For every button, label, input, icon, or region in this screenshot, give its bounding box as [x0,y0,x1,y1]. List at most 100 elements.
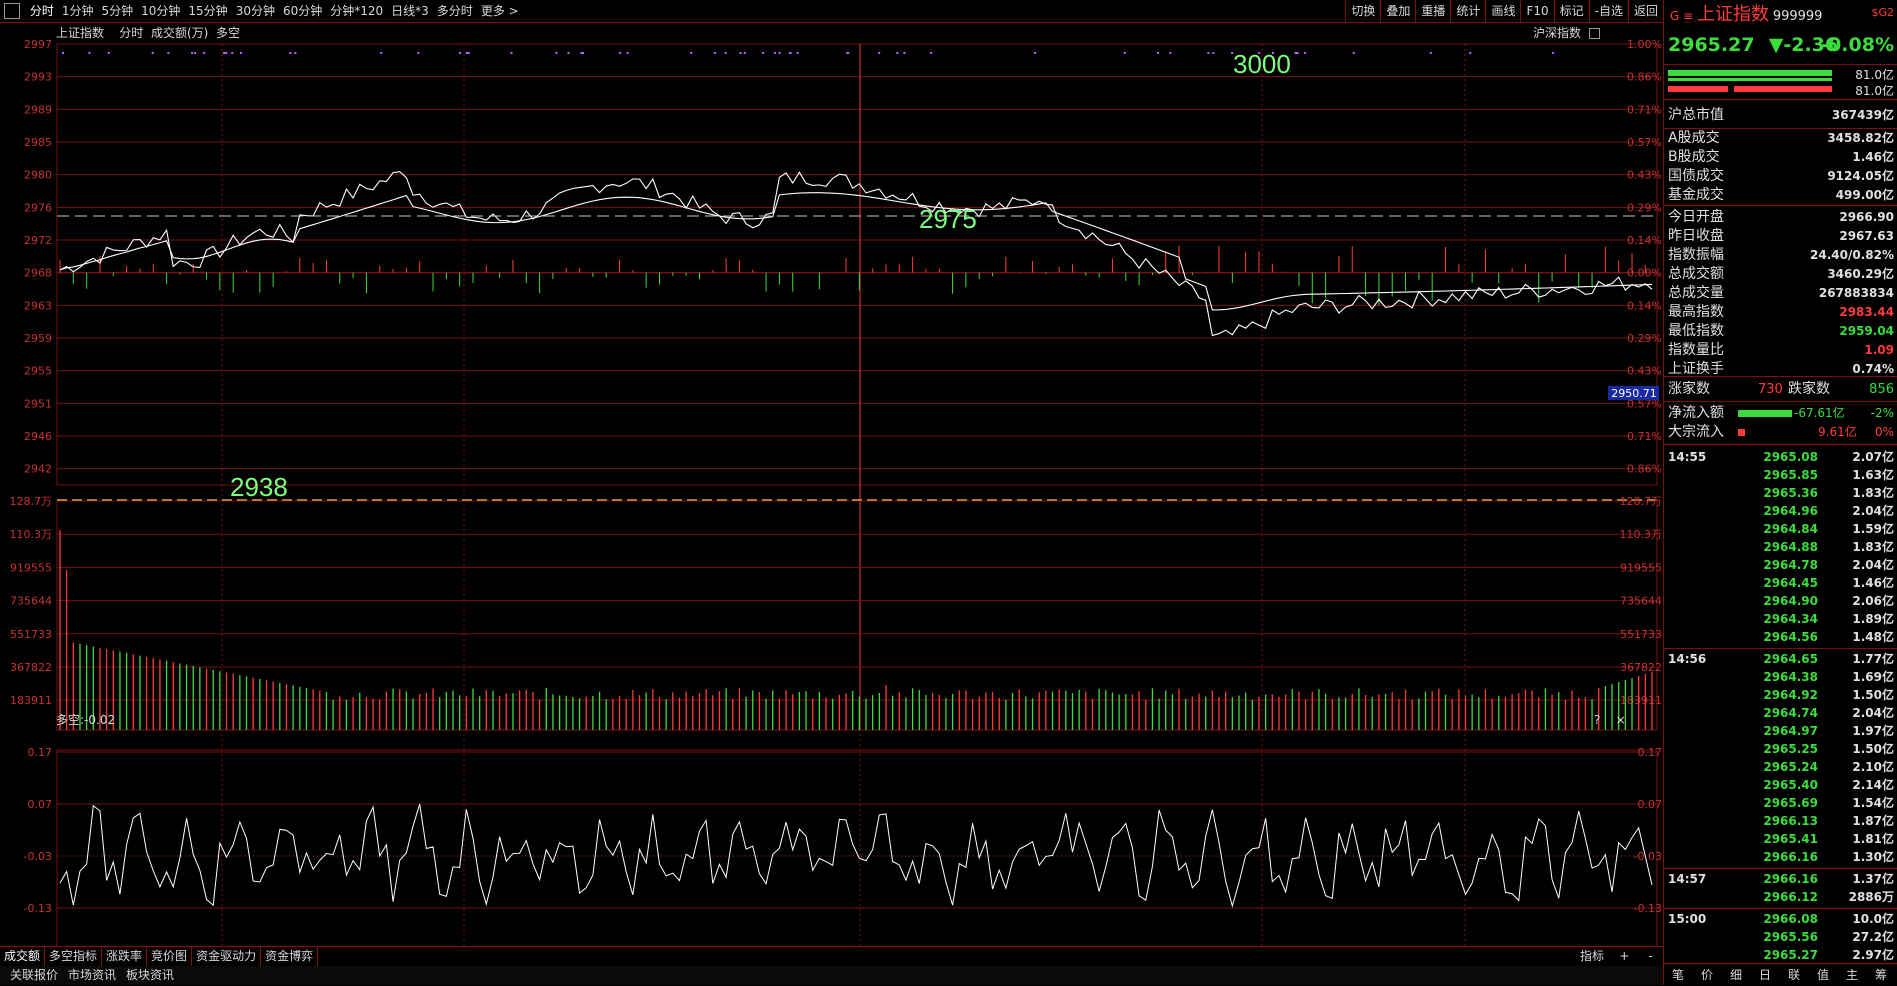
tick-volume: 27.2亿 [1852,930,1894,944]
zoom-out-button[interactable]: - [1648,949,1652,963]
tick-volume: 1.87亿 [1852,814,1894,828]
toolbar-btn-2[interactable]: 重播 [1415,0,1450,22]
signal-dot [1469,52,1472,54]
panel-tab-6[interactable]: 主 [1846,964,1858,986]
toolbar-btn-1[interactable]: 叠加 [1380,0,1415,22]
tick-volume: 2886万 [1848,890,1894,904]
signal-dot [1352,52,1355,54]
tick-volume: 2.97亿 [1852,948,1894,962]
panel-tab-4[interactable]: 联 [1788,964,1800,986]
indicator-button[interactable]: 指标 [1580,949,1604,963]
menu-icon[interactable] [4,3,20,19]
panel-tab-5[interactable]: 值 [1817,964,1829,986]
divider [1664,908,1897,909]
timeframe-2[interactable]: 5分钟 [101,0,133,22]
toolbar-btn-8[interactable]: 返回 [1627,0,1663,22]
quote-row-label: 基金成交 [1668,187,1724,203]
price-label: 2993 [24,71,52,84]
signal-dot [796,52,799,54]
pct-label: 1.00% [1627,38,1662,51]
signal-dot [417,52,420,54]
help-icon[interactable]: ? [1594,713,1600,727]
tick-volume: 1.50亿 [1852,688,1894,702]
timeframe-3[interactable]: 10分钟 [141,0,180,22]
tick-row: 2966.13 1.87亿 [1664,812,1894,830]
bottom-tab-3[interactable]: 竞价图 [147,947,193,966]
volume-label-right: 367822 [1620,661,1662,674]
panel-tab-2[interactable]: 细 [1730,964,1742,986]
close-icon[interactable]: × [1616,713,1626,727]
pct-label: 0.14% [1627,234,1662,247]
zoom-in-button[interactable]: + [1619,949,1629,963]
divider [1664,205,1897,206]
bottom-tab-1[interactable]: 多空指标 [45,947,103,966]
signal-dot [619,52,622,54]
quote-panel: G ≡ 上证指数 999999 $G2 2965.27 ▼-2.36 -0.08… [1663,0,1897,985]
tick-price: 2966.12 [1763,890,1818,904]
timeframe-0[interactable]: 分时 [30,0,54,22]
toolbar-btn-6[interactable]: 标记 [1553,0,1589,22]
volume-label-right: 183911 [1620,694,1662,707]
volume-frame [56,500,1658,731]
panel-tab-0[interactable]: 笔 [1672,964,1684,986]
bottom-tab-4[interactable]: 资金驱动力 [192,947,262,966]
buy-bar-thin [1668,78,1832,81]
tick-volume: 10.0亿 [1852,912,1894,926]
status-item-2[interactable]: 板块资讯 [126,966,174,985]
tick-row: 2965.25 1.50亿 [1664,740,1894,758]
quote-price: 2965.27 [1668,34,1755,56]
bottom-tab-2[interactable]: 涨跌率 [102,947,148,966]
quote-row-label: 总成交量 [1668,285,1724,301]
timeframe-8[interactable]: 日线*3 [391,0,429,22]
panel-tab-1[interactable]: 价 [1701,964,1713,986]
intraday-chart[interactable]: 2997 1.00% 2993 0.86% 2989 0.71% 2985 0.57% 2980… [0,22,1663,946]
status-item-0[interactable]: 关联报价 [10,966,58,985]
divider [1664,128,1897,129]
timeframe-10[interactable]: 更多 > [481,0,519,22]
signal-dot [778,52,781,54]
signal-dot [167,52,170,54]
signal-dot [203,52,206,54]
quote-row: A股成交 3458.82亿 [1668,129,1894,148]
inflow-pct: -2% [1870,406,1894,420]
timeframe-4[interactable]: 15分钟 [188,0,227,22]
signal-dot [194,52,197,54]
signal-dot [903,52,906,54]
tick-row: 2964.34 1.89亿 [1664,610,1894,628]
tick-price: 2965.40 [1763,778,1818,792]
tick-time: 14:55 [1668,450,1707,464]
panel-tab-7[interactable]: 筹 [1875,964,1887,986]
toolbar-btn-0[interactable]: 切换 [1345,0,1380,22]
toolbar-btn-5[interactable]: F10 [1520,0,1553,22]
timeframe-6[interactable]: 60分钟 [283,0,322,22]
bottom-right-controls: 指标 + - [1580,947,1653,966]
signal-dot [88,52,91,54]
tick-volume: 1.54亿 [1852,796,1894,810]
toolbar-btn-4[interactable]: 画线 [1485,0,1520,22]
toolbar-btn-3[interactable]: 统计 [1450,0,1485,22]
timeframe-9[interactable]: 多分时 [437,0,473,22]
price-frame [56,43,1658,486]
signal-dot [62,52,65,54]
tick-price: 2965.25 [1763,742,1818,756]
bottom-tab-5[interactable]: 资金博弈 [261,947,319,966]
timeframe-5[interactable]: 30分钟 [236,0,275,22]
tick-price: 2964.38 [1763,670,1818,684]
tick-price: 2964.96 [1763,504,1818,518]
price-label: 2959 [24,332,52,345]
bottom-tab-0[interactable]: 成交额 [0,947,46,966]
toolbar-btn-7[interactable]: -自选 [1588,0,1628,22]
panel-tab-3[interactable]: 日 [1759,964,1771,986]
status-item-1[interactable]: 市场资讯 [68,966,116,985]
signal-dot [930,52,933,54]
quote-row-value: 2959.04 [1839,324,1894,338]
tick-price: 2964.45 [1763,576,1818,590]
timeframe-7[interactable]: 分钟*120 [330,0,383,22]
tick-price: 2964.97 [1763,724,1818,738]
quote-row: 国债成交 9124.05亿 [1668,167,1894,186]
signal-dot [773,52,776,54]
quote-prefix[interactable]: G ≡ [1670,9,1693,23]
quote-row-label: 总成交额 [1668,266,1724,282]
inflow-bar [1738,410,1792,417]
timeframe-1[interactable]: 1分钟 [62,0,94,22]
